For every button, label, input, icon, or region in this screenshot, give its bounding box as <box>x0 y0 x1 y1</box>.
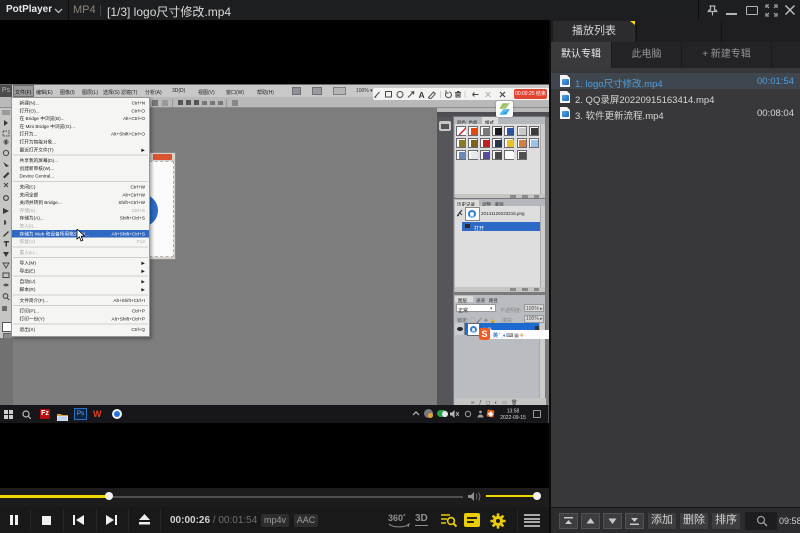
svg-text:A: A <box>419 90 425 99</box>
